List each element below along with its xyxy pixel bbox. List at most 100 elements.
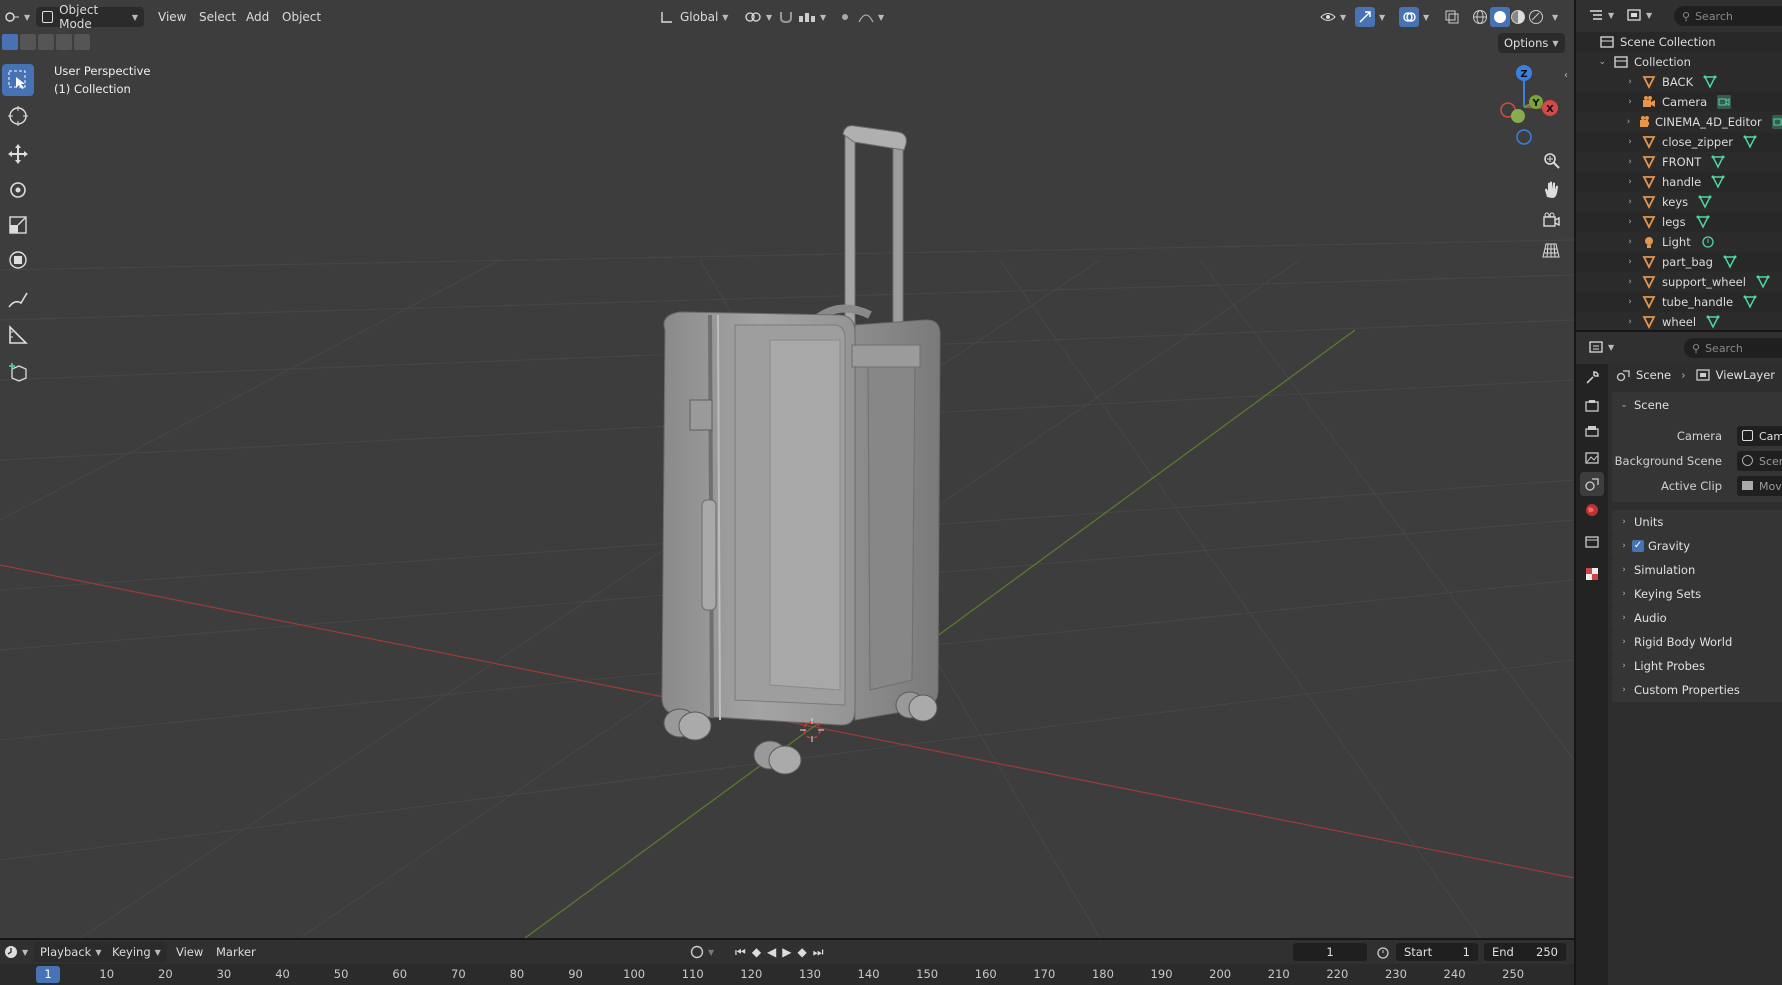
outliner-item[interactable]: › Light xyxy=(1576,232,1782,252)
gizmo-neg-y[interactable] xyxy=(1511,109,1525,123)
scene-panel-header[interactable]: ⌄ Scene xyxy=(1618,398,1669,412)
tool-measure[interactable] xyxy=(2,319,34,351)
tool-select-box[interactable] xyxy=(2,64,34,96)
select-intersect-icon[interactable] xyxy=(74,34,90,50)
tab-scene[interactable] xyxy=(1580,472,1604,496)
mesh-data-icon[interactable] xyxy=(1723,255,1737,269)
proportional-editing-toggle[interactable] xyxy=(838,7,852,27)
expand-chevron-icon[interactable]: › xyxy=(1624,317,1636,327)
play-icon[interactable]: ▶ xyxy=(782,945,791,959)
camera-view-button[interactable] xyxy=(1537,206,1565,234)
mesh-data-icon[interactable] xyxy=(1743,295,1757,309)
panel-simulation[interactable]: › Simulation xyxy=(1612,558,1782,582)
expand-chevron-icon[interactable]: › xyxy=(1624,117,1633,127)
panel-rigid-body-world[interactable]: › Rigid Body World xyxy=(1612,630,1782,654)
outliner-item[interactable]: › handle xyxy=(1576,172,1782,192)
tab-tool[interactable] xyxy=(1580,366,1604,390)
gravity-checkbox[interactable]: ✓ xyxy=(1632,540,1644,552)
start-frame-field[interactable]: Start 1 xyxy=(1396,943,1478,961)
panel-custom-properties[interactable]: › Custom Properties xyxy=(1612,678,1782,702)
mesh-data-icon[interactable] xyxy=(1696,215,1710,229)
expand-chevron-icon[interactable]: › xyxy=(1624,197,1636,207)
snap-target-dropdown[interactable]: ▼ xyxy=(798,7,826,27)
tab-world[interactable] xyxy=(1580,498,1604,522)
panel-gravity[interactable]: › ✓ Gravity xyxy=(1612,534,1782,558)
editor-type-button[interactable]: ▼ xyxy=(4,7,30,27)
pan-view-button[interactable] xyxy=(1537,176,1565,204)
mesh-data-icon[interactable] xyxy=(1711,155,1725,169)
navigation-gizmo[interactable]: Z X Y xyxy=(1480,60,1562,150)
scene-collection-row[interactable]: Scene Collection xyxy=(1576,32,1782,52)
mesh-data-icon[interactable] xyxy=(1703,75,1717,89)
expanded-chevron-icon[interactable]: ⌄ xyxy=(1576,57,1606,67)
collection-row[interactable]: ⌄ Collection xyxy=(1576,52,1782,72)
zoom-view-button[interactable] xyxy=(1537,146,1565,174)
camera-data-icon[interactable] xyxy=(1717,95,1732,109)
snap-toggle[interactable] xyxy=(778,7,794,27)
expand-chevron-icon[interactable]: › xyxy=(1624,177,1636,187)
tool-cursor[interactable] xyxy=(2,100,34,132)
active-clip-field[interactable]: Movie Clip xyxy=(1737,476,1782,496)
area-divider[interactable] xyxy=(0,938,1574,940)
shading-wireframe-button[interactable] xyxy=(1472,7,1488,27)
menu-view[interactable]: View xyxy=(152,7,192,27)
properties-editor-type[interactable]: ▼ xyxy=(1588,340,1614,354)
suitcase-model[interactable] xyxy=(640,120,970,790)
area-divider[interactable] xyxy=(1576,330,1782,332)
tool-rotate[interactable] xyxy=(2,174,34,206)
mesh-data-icon[interactable] xyxy=(1711,175,1725,189)
expand-chevron-icon[interactable]: › xyxy=(1624,237,1636,247)
gizmo-toggle[interactable]: ▼ xyxy=(1355,7,1385,27)
pivot-point-dropdown[interactable]: ▼ xyxy=(744,7,772,27)
tab-texture[interactable] xyxy=(1580,562,1604,586)
shading-material-button[interactable] xyxy=(1510,7,1526,27)
expand-chevron-icon[interactable]: › xyxy=(1624,77,1636,87)
preview-range-toggle[interactable] xyxy=(1376,942,1390,962)
overlays-toggle[interactable]: ▼ xyxy=(1399,7,1429,27)
outliner-item[interactable]: › CINEMA_4D_Editor xyxy=(1576,112,1782,132)
mode-dropdown[interactable]: Object Mode ▼ xyxy=(36,3,144,31)
shading-solid-button[interactable] xyxy=(1490,7,1510,27)
tab-collection[interactable] xyxy=(1580,530,1604,554)
select-extend-icon[interactable] xyxy=(20,34,36,50)
outliner-item[interactable]: › legs xyxy=(1576,212,1782,232)
tab-view-layer[interactable] xyxy=(1580,446,1604,470)
outliner-item[interactable]: › part_bag xyxy=(1576,252,1782,272)
outliner-item[interactable]: › BACK xyxy=(1576,72,1782,92)
end-frame-field[interactable]: End 250 xyxy=(1484,943,1566,961)
jump-end-icon[interactable]: ⏭ xyxy=(813,945,824,960)
xray-toggle[interactable] xyxy=(1445,7,1459,27)
auto-keying-toggle[interactable]: ▼ xyxy=(690,942,714,962)
tool-transform[interactable] xyxy=(2,244,34,276)
menu-select[interactable]: Select xyxy=(193,7,242,27)
menu-object[interactable]: Object xyxy=(276,7,327,27)
background-scene-field[interactable]: Scene xyxy=(1737,451,1782,471)
shading-options-dropdown[interactable]: ▼ xyxy=(1548,7,1558,27)
current-frame-field[interactable]: 1 xyxy=(1293,943,1367,961)
tool-add-cube[interactable] xyxy=(2,357,34,389)
outliner-item[interactable]: › tube_handle xyxy=(1576,292,1782,312)
tab-output[interactable] xyxy=(1580,420,1604,444)
timeline-editor-type[interactable]: ▼ xyxy=(4,942,28,962)
camera-data-icon[interactable] xyxy=(1771,115,1782,129)
prev-keyframe-icon[interactable]: ◆ xyxy=(752,945,761,959)
menu-add[interactable]: Add xyxy=(240,7,275,27)
select-new-icon[interactable] xyxy=(2,34,18,50)
outliner-search-input[interactable]: ⚲ Search xyxy=(1674,6,1782,26)
select-subtract-icon[interactable] xyxy=(38,34,54,50)
perspective-toggle-button[interactable] xyxy=(1537,236,1565,264)
shading-rendered-button[interactable] xyxy=(1528,7,1544,27)
playback-menu[interactable]: Playback ▼ xyxy=(34,942,108,962)
keying-menu[interactable]: Keying ▼ xyxy=(106,942,167,962)
transform-orientation-dropdown[interactable]: Global ▼ xyxy=(660,7,728,27)
mesh-data-icon[interactable] xyxy=(1743,135,1757,149)
marker-menu[interactable]: Marker xyxy=(210,942,262,962)
outliner-item[interactable]: › Camera xyxy=(1576,92,1782,112)
panel-audio[interactable]: › Audio xyxy=(1612,606,1782,630)
panel-light-probes[interactable]: › Light Probes xyxy=(1612,654,1782,678)
options-dropdown[interactable]: Options ▼ xyxy=(1498,33,1565,53)
tool-move[interactable] xyxy=(2,138,34,170)
expand-chevron-icon[interactable]: › xyxy=(1624,257,1636,267)
tab-render[interactable] xyxy=(1580,394,1604,418)
tool-annotate[interactable] xyxy=(2,284,34,316)
